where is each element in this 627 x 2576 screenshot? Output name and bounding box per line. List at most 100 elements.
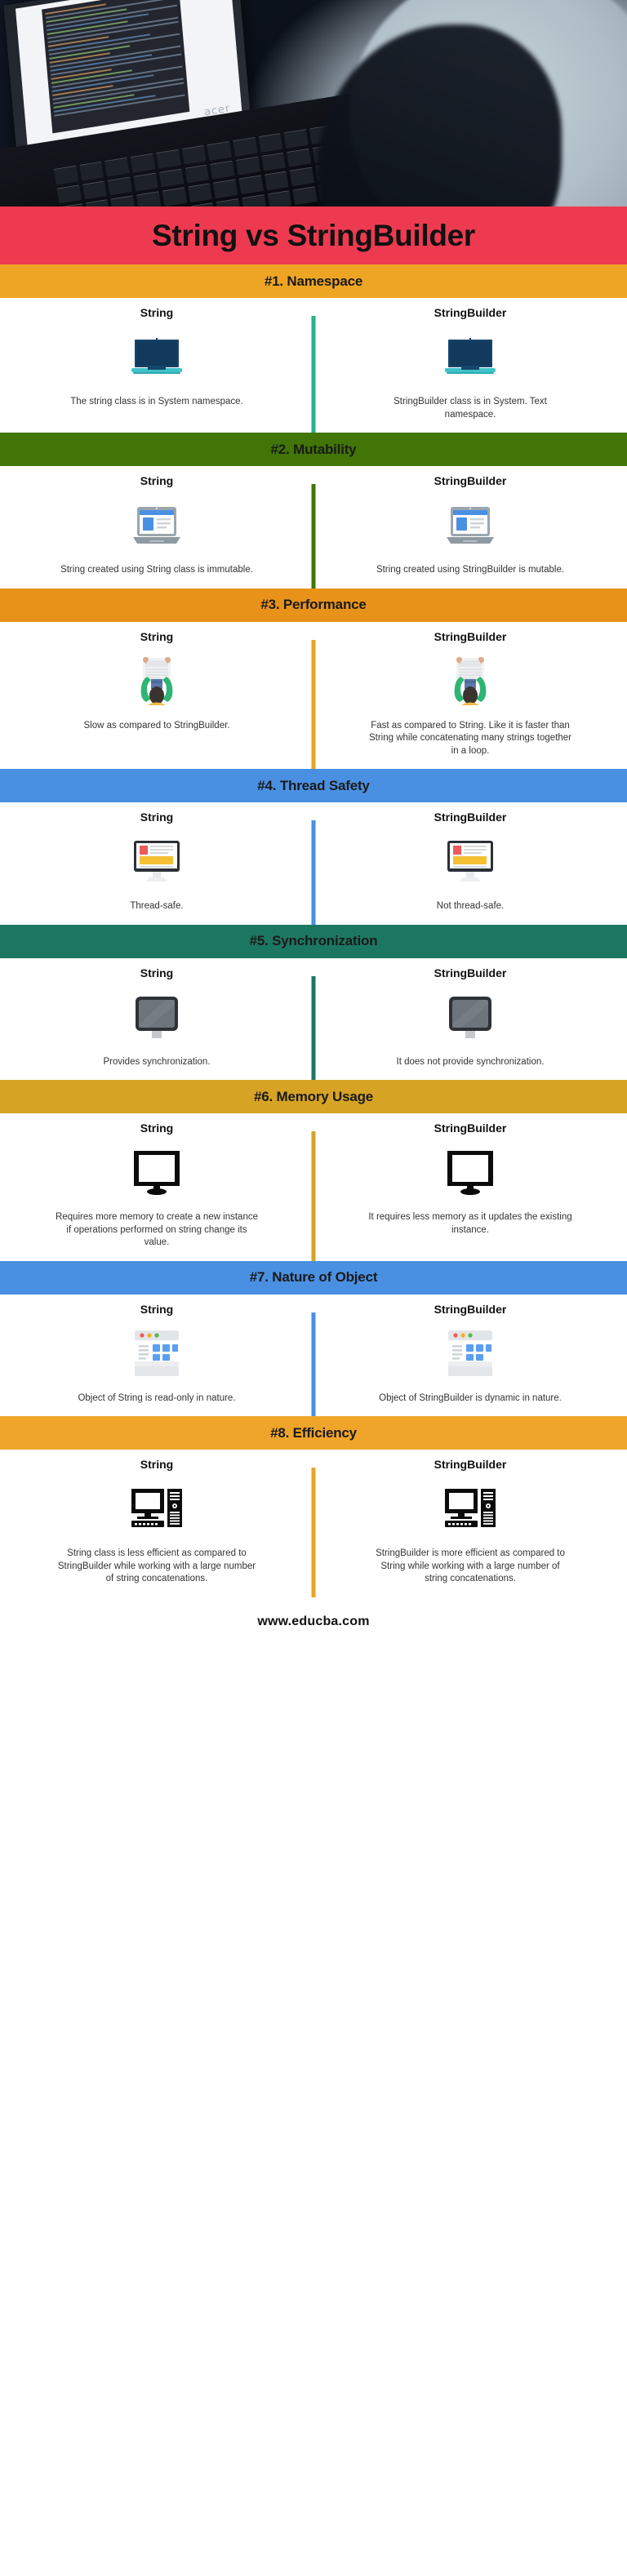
column-title-string: String [140, 1302, 174, 1316]
column-string: String Requires more memory to create a n… [0, 1113, 314, 1261]
comparison-section: #2. Mutability String String created using… [0, 433, 627, 588]
column-stringbuilder: StringBuilder StringBuilder is more effic… [314, 1450, 627, 1597]
black-monitor-outline-icon [132, 1143, 181, 1203]
comparison-body: String The string class is in System name… [0, 298, 627, 433]
column-stringbuilder: StringBuilder Not thread-safe. [314, 802, 627, 925]
section-divider [311, 975, 316, 1081]
column-description-stringbuilder: Not thread-safe. [436, 901, 505, 912]
column-title-stringbuilder: StringBuilder [434, 1121, 507, 1135]
page-title: String vs StringBuilder [151, 218, 476, 252]
section-header-bar: #8. Efficiency [0, 1416, 627, 1450]
section-divider [311, 639, 316, 770]
column-description-string: Requires more memory to create a new ins… [56, 1212, 258, 1248]
main-title-band: String vs StringBuilder [0, 207, 627, 264]
column-description-string: Thread-safe. [130, 901, 184, 912]
column-stringbuilder: StringBuilder StringBuilder class is in S… [314, 298, 627, 433]
column-string: String Slow as compared to StringBuilder. [0, 622, 314, 770]
section-header-bar: #6. Memory Usage [0, 1080, 627, 1114]
comparison-body: String Provides synchronization. StringBui… [0, 957, 627, 1081]
comparison-section: #7. Nature of Object String Object of Stri… [0, 1260, 627, 1417]
column-stringbuilder: StringBuilder Fast as compared to String.… [314, 622, 627, 770]
column-title-stringbuilder: StringBuilder [434, 1458, 507, 1472]
section-header-bar: #1. Namespace [0, 264, 627, 298]
code-editor-lines [42, 0, 190, 134]
section-heading: #4. Thread Safety [257, 777, 370, 793]
section-heading: #2. Mutability [270, 441, 357, 457]
column-description-string: Slow as compared to StringBuilder. [83, 720, 230, 731]
column-title-stringbuilder: StringBuilder [434, 1302, 507, 1316]
column-title-stringbuilder: StringBuilder [434, 306, 507, 319]
column-title-stringbuilder: StringBuilder [434, 966, 507, 979]
comparison-section: #4. Thread Safety String Thread-safe. Strin… [0, 769, 627, 925]
column-description-stringbuilder: StringBuilder is more efficient as compa… [376, 1548, 565, 1584]
column-stringbuilder: StringBuilder Object of StringBuilder is … [314, 1295, 627, 1417]
column-description-stringbuilder: Object of StringBuilder is dynamic in na… [379, 1392, 562, 1403]
column-description-string: Object of String is read-only in nature. [78, 1392, 236, 1403]
sections-container: #1. Namespace String The string class is i… [0, 264, 627, 1597]
comparison-body: String Requires more memory to create a n… [0, 1113, 627, 1261]
column-string: String Provides synchronization. [0, 958, 314, 1081]
comparison-section: #5. Synchronization String Provides synchr… [0, 924, 627, 1081]
comparison-body: String String class is less efficient as … [0, 1450, 627, 1597]
hero-photo: acer [0, 0, 627, 207]
column-title-string: String [140, 1458, 174, 1472]
laptop-webpage-icon [445, 495, 496, 556]
comparison-body: String Object of String is read-only in n… [0, 1294, 627, 1417]
monitor-dark-blue-icon [131, 327, 182, 388]
section-header-bar: #2. Mutability [0, 433, 627, 467]
column-title-stringbuilder: StringBuilder [434, 629, 507, 643]
comparison-body: String Thread-safe. StringBuilder Not threa… [0, 802, 627, 925]
gray-monitor-icon [447, 988, 494, 1048]
column-string: String String created using String class … [0, 466, 314, 588]
person-typing-icon [131, 651, 182, 712]
column-stringbuilder: StringBuilder It requires less memory as … [314, 1113, 627, 1261]
infographic-root: acer String vs StringBuilder #1. Namespa… [0, 0, 627, 1646]
monitor-dark-blue-icon [445, 327, 496, 388]
column-description-string: String class is less efficient as compar… [57, 1548, 256, 1584]
section-divider [311, 820, 316, 925]
gray-monitor-icon [133, 988, 180, 1048]
column-description-stringbuilder: It does not provide synchronization. [396, 1056, 545, 1067]
column-stringbuilder: StringBuilder It does not provide synchro… [314, 958, 627, 1081]
comparison-body: String String created using String class … [0, 466, 627, 588]
column-description-string: The string class is in System namespace. [70, 397, 243, 406]
column-stringbuilder: StringBuilder String created using String… [314, 466, 627, 588]
section-divider [311, 316, 316, 433]
column-description-stringbuilder: StringBuilder class is in System. Text n… [394, 397, 547, 420]
column-title-string: String [140, 474, 174, 488]
section-heading: #7. Nature of Object [249, 1269, 378, 1286]
column-title-stringbuilder: StringBuilder [434, 474, 507, 488]
column-description-stringbuilder: It requires less memory as it updates th… [368, 1212, 572, 1235]
section-heading: #1. Namespace [264, 273, 363, 289]
section-header-bar: #5. Synchronization [0, 924, 627, 958]
laptop-webpage-icon [131, 495, 182, 556]
section-header-bar: #3. Performance [0, 588, 627, 622]
column-description-stringbuilder: Fast as compared to String. Like it is f… [368, 720, 572, 756]
section-heading: #5. Synchronization [249, 933, 378, 949]
section-divider [311, 484, 316, 588]
column-title-string: String [140, 811, 174, 824]
footer: www.educba.com [0, 1597, 627, 1646]
column-title-string: String [140, 1121, 174, 1135]
section-divider [311, 1468, 316, 1597]
column-string: String Thread-safe. [0, 802, 314, 925]
footer-website-link[interactable]: www.educba.com [257, 1614, 369, 1629]
comparison-section: #6. Memory Usage String Requires more memo… [0, 1080, 627, 1261]
browser-window-icon [131, 1324, 182, 1384]
column-title-string: String [140, 629, 174, 643]
section-header-bar: #4. Thread Safety [0, 769, 627, 803]
comparison-section: #1. Namespace String The string class is i… [0, 264, 627, 433]
section-heading: #3. Performance [260, 597, 367, 613]
column-string: String String class is less efficient as … [0, 1450, 314, 1597]
section-divider [311, 1131, 316, 1261]
comparison-body: String Slow as compared to StringBuilder.… [0, 621, 627, 770]
column-title-string: String [140, 306, 174, 319]
section-divider [311, 1312, 316, 1417]
column-string: String The string class is in System name… [0, 298, 314, 433]
comparison-section: #8. Efficiency String String class is less… [0, 1416, 627, 1597]
desktop-computer-tower-icon [130, 1479, 184, 1539]
comparison-section: #3. Performance String Slow as compared to… [0, 588, 627, 770]
column-description-string: Provides synchronization. [103, 1056, 211, 1067]
column-title-string: String [140, 966, 174, 979]
column-description-string: String created using String class is imm… [60, 565, 253, 575]
